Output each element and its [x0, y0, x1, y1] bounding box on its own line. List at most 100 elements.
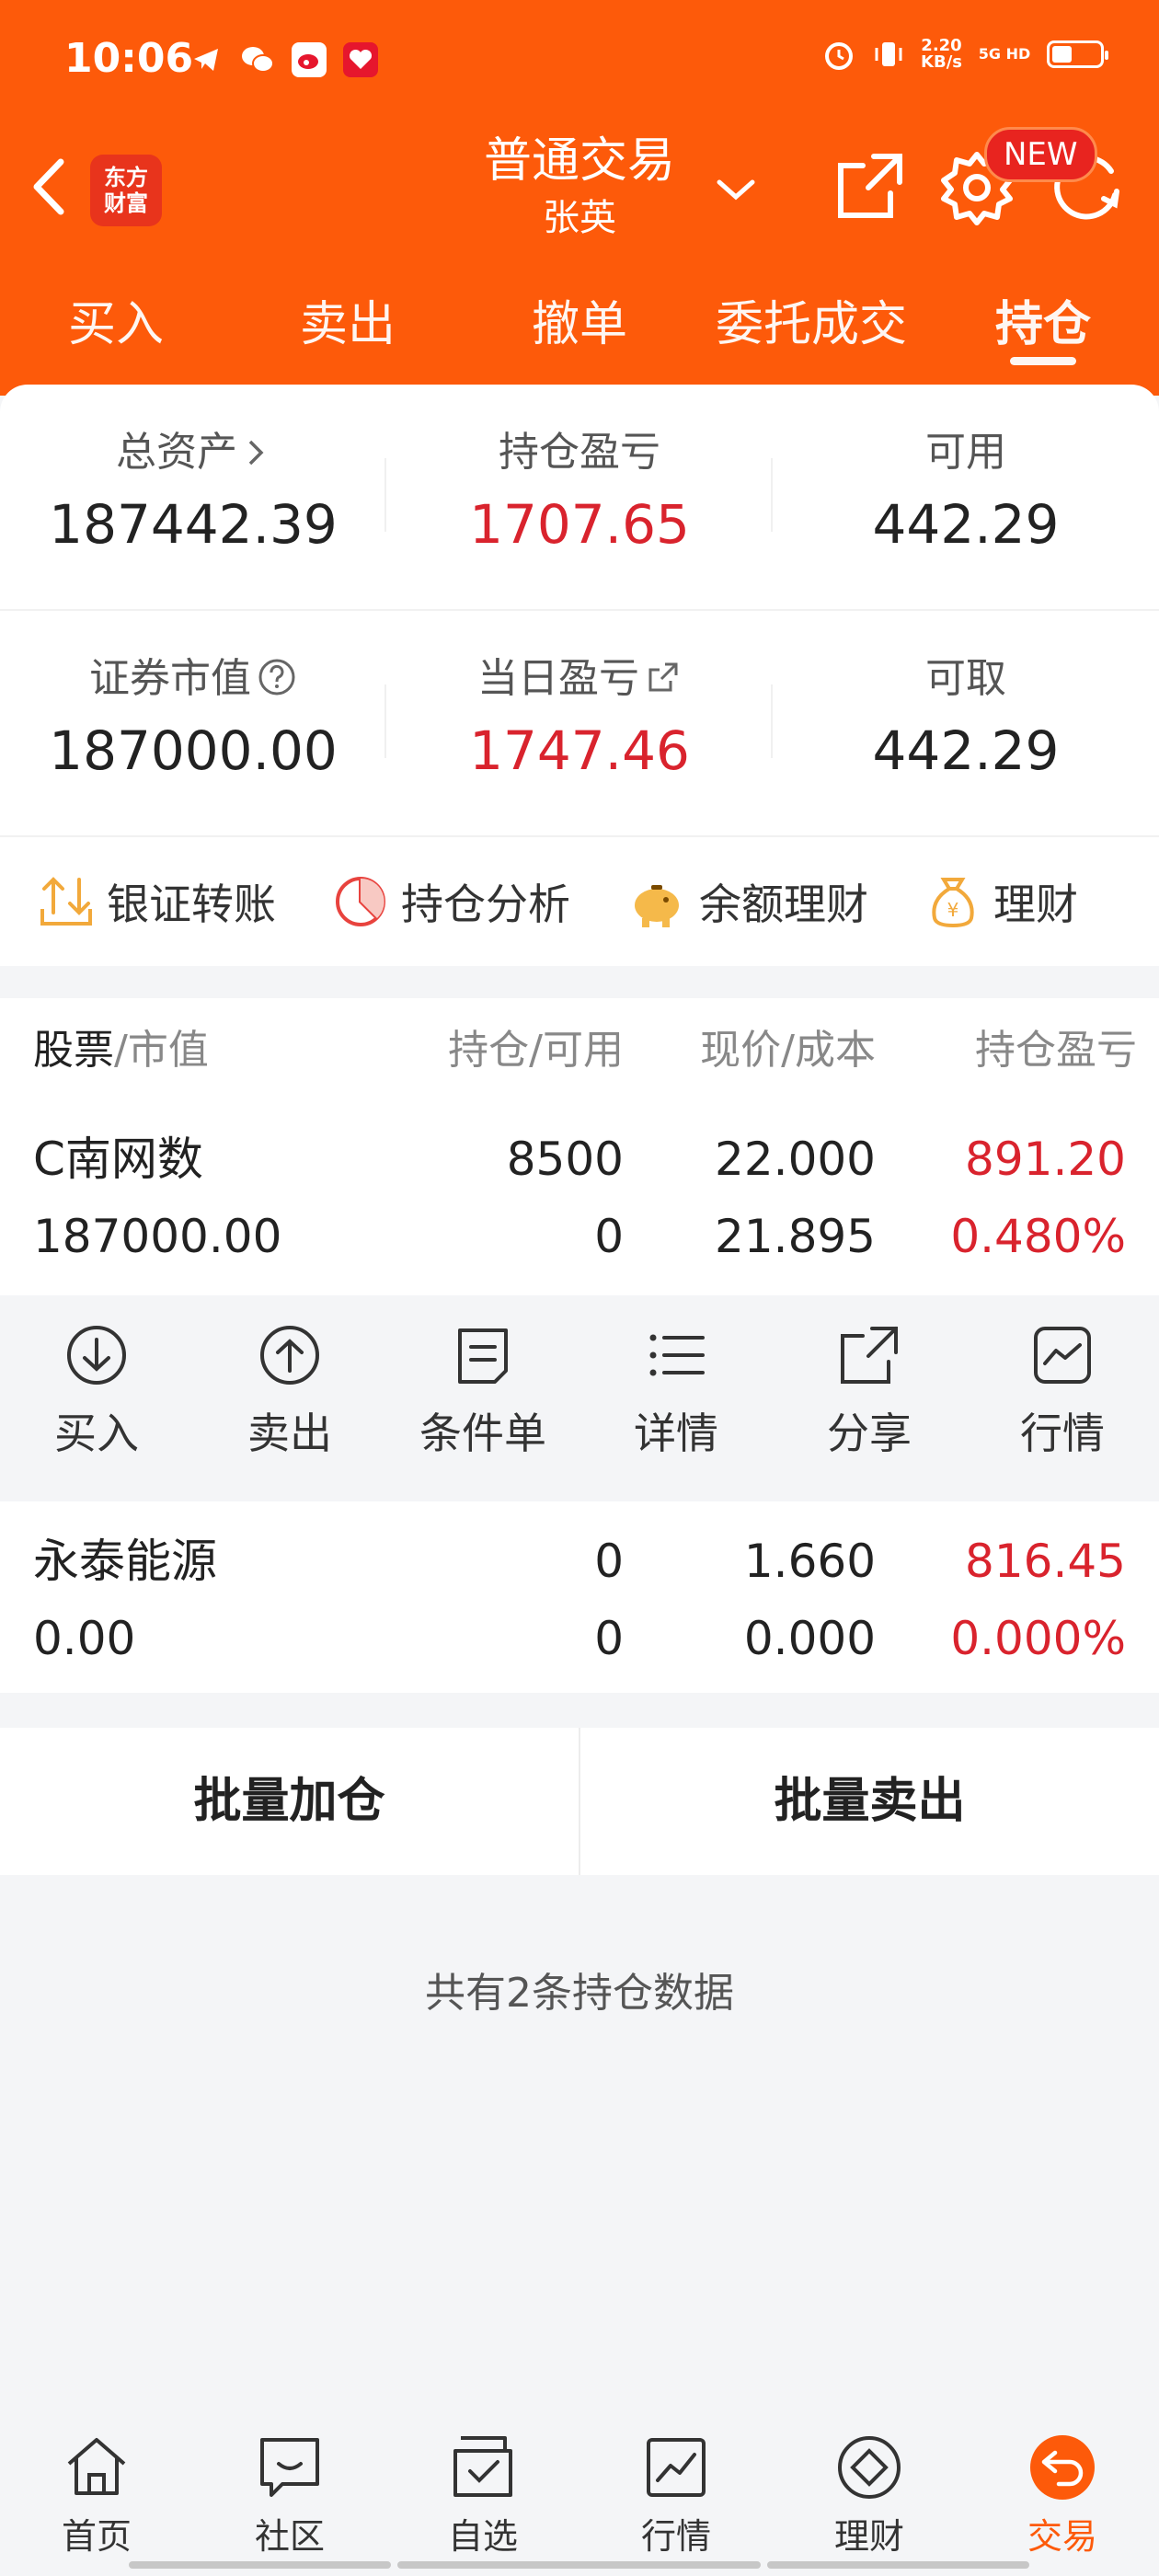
trade-tabs: 买入 卖出 撤单 委托成交 持仓 — [0, 281, 1159, 373]
bank-transfer-button[interactable]: 银证转账 — [37, 871, 276, 932]
row-conditional-order-button[interactable]: 条件单 — [386, 1295, 580, 1501]
wealth-button[interactable]: ¥ 理财 — [924, 871, 1078, 932]
chevron-down-icon[interactable] — [714, 167, 758, 212]
quick-actions-bar: 银证转账 持仓分析 余额理财 ¥ 理财 — [0, 837, 1159, 966]
bulk-actions: 批量加仓 批量卖出 — [0, 1728, 1159, 1875]
header-position-available: 持仓/可用 — [448, 1027, 624, 1074]
battery-icon — [1047, 40, 1108, 68]
available-qty: 0 — [594, 1210, 624, 1263]
diamond-circle-icon — [838, 2436, 901, 2499]
watchlist-box-icon — [453, 2436, 512, 2497]
net-speed: 2.20 KB/s — [921, 36, 962, 72]
piggy-bank-icon — [635, 885, 679, 927]
chevron-right-icon — [248, 440, 264, 466]
nav-market[interactable]: 行情 — [580, 2410, 773, 2576]
withdrawable-cell: 可取 442.29 — [773, 611, 1159, 837]
table-row[interactable]: C南网数 187000.00 8500 0 22.000 21.895 891.… — [0, 1109, 1159, 1295]
document-icon — [458, 1328, 508, 1384]
holdings-count-text: 共有2条持仓数据 — [425, 1970, 734, 2017]
total-assets-label: 总资产 — [116, 429, 237, 476]
chart-icon — [647, 2438, 706, 2497]
tab-orders-trades[interactable]: 委托成交 — [695, 281, 927, 373]
position-pl-pct: 0.480% — [950, 1210, 1126, 1263]
external-link-icon — [648, 662, 678, 692]
market-value-label: 证券市值 — [89, 655, 251, 702]
daily-pl-cell[interactable]: 当日盈亏 1747.46 — [386, 611, 773, 837]
position-analysis-button[interactable]: 持仓分析 — [331, 871, 570, 932]
position-pl: 816.45 — [965, 1535, 1126, 1588]
nav-trade[interactable]: 交易 — [966, 2410, 1159, 2576]
tab-buy[interactable]: 买入 — [0, 281, 232, 373]
chat-bubble-icon — [260, 2438, 319, 2497]
tab-cancel-order[interactable]: 撤单 — [464, 281, 695, 373]
nav-wealth[interactable]: 理财 — [773, 2410, 966, 2576]
tab-positions[interactable]: 持仓 — [927, 281, 1159, 373]
new-badge: NEW — [984, 127, 1097, 182]
alarm-icon — [825, 42, 854, 70]
svg-text:¥: ¥ — [947, 899, 959, 921]
home-icon — [67, 2438, 126, 2495]
arrow-down-circle-icon — [67, 1326, 126, 1385]
stock-name: C南网数 — [33, 1133, 203, 1186]
daily-pl-label: 当日盈亏 — [477, 655, 639, 702]
home-indicator — [129, 2561, 391, 2569]
position-pl: 891.20 — [965, 1133, 1126, 1186]
transfer-icon — [40, 877, 92, 926]
table-row[interactable]: 永泰能源 0.00 0 0 1.660 0.000 816.45 0.000% — [0, 1501, 1159, 1693]
bulk-sell-button[interactable]: 批量卖出 — [580, 1728, 1159, 1875]
position-pl-pct: 0.000% — [950, 1612, 1126, 1665]
market-value-value: 187000.00 — [49, 719, 338, 782]
available-cell: 可用 442.29 — [773, 385, 1159, 611]
signal-indicator: 5G HD — [978, 45, 1031, 63]
vibrate-icon — [875, 42, 902, 66]
withdrawable-label: 可取 — [925, 655, 1006, 702]
current-price: 1.660 — [743, 1535, 876, 1588]
row-sell-button[interactable]: 卖出 — [193, 1295, 386, 1501]
money-bag-icon: ¥ — [932, 878, 974, 928]
chart-icon — [1034, 1327, 1091, 1384]
back-button[interactable] — [26, 155, 72, 219]
holdings-table-header: 股票/市值 持仓/可用 现价/成本 持仓盈亏 — [0, 998, 1159, 1109]
bulk-add-button[interactable]: 批量加仓 — [0, 1728, 579, 1875]
row-buy-button[interactable]: 买入 — [0, 1295, 193, 1501]
stock-name: 永泰能源 — [33, 1535, 217, 1588]
account-name: 张英 — [543, 197, 616, 239]
account-switcher[interactable]: 普通交易 张英 — [396, 129, 763, 243]
share-icon[interactable] — [833, 149, 907, 223]
nav-watchlist[interactable]: 自选 — [386, 2410, 580, 2576]
total-assets-cell[interactable]: 总资产 187442.39 — [0, 385, 386, 611]
available-label: 可用 — [925, 429, 1006, 476]
home-indicator — [397, 2561, 761, 2569]
trade-icon — [1030, 2435, 1095, 2500]
eastmoney-logo: 东方 财富 — [90, 155, 162, 226]
nav-community[interactable]: 社区 — [193, 2410, 386, 2576]
current-price: 22.000 — [715, 1133, 876, 1186]
status-time: 10:06 — [64, 35, 194, 82]
stock-market-value: 0.00 — [33, 1612, 136, 1665]
balance-wealth-button[interactable]: 余额理财 — [625, 871, 868, 932]
pie-chart-icon — [336, 877, 385, 926]
weibo-icon — [292, 42, 327, 77]
available-value: 442.29 — [872, 493, 1060, 556]
position-qty: 0 — [594, 1535, 624, 1588]
share-icon — [841, 1327, 898, 1384]
bottom-nav: 首页 社区 自选 行情 理财 交易 — [0, 2410, 1159, 2576]
app-notification-icon — [343, 42, 378, 77]
row-actions-bar: 买入 卖出 条件单 详情 分享 行情 — [0, 1295, 1159, 1501]
row-share-button[interactable]: 分享 — [773, 1295, 966, 1501]
tab-sell[interactable]: 卖出 — [232, 281, 464, 373]
telegram-icon — [189, 42, 224, 77]
position-pl-cell: 持仓盈亏 1707.65 — [386, 385, 773, 611]
nav-home[interactable]: 首页 — [0, 2410, 193, 2576]
position-pl-value: 1707.65 — [469, 493, 690, 556]
row-details-button[interactable]: 详情 — [580, 1295, 773, 1501]
position-qty: 8500 — [506, 1133, 624, 1186]
header-price-cost: 现价/成本 — [700, 1027, 876, 1074]
row-quote-button[interactable]: 行情 — [966, 1295, 1159, 1501]
help-icon[interactable] — [257, 657, 297, 697]
cost-price: 21.895 — [715, 1210, 876, 1263]
withdrawable-value: 442.29 — [872, 719, 1060, 782]
total-assets-value: 187442.39 — [49, 493, 338, 556]
home-indicator — [767, 2561, 1029, 2569]
arrow-up-circle-icon — [260, 1326, 319, 1385]
